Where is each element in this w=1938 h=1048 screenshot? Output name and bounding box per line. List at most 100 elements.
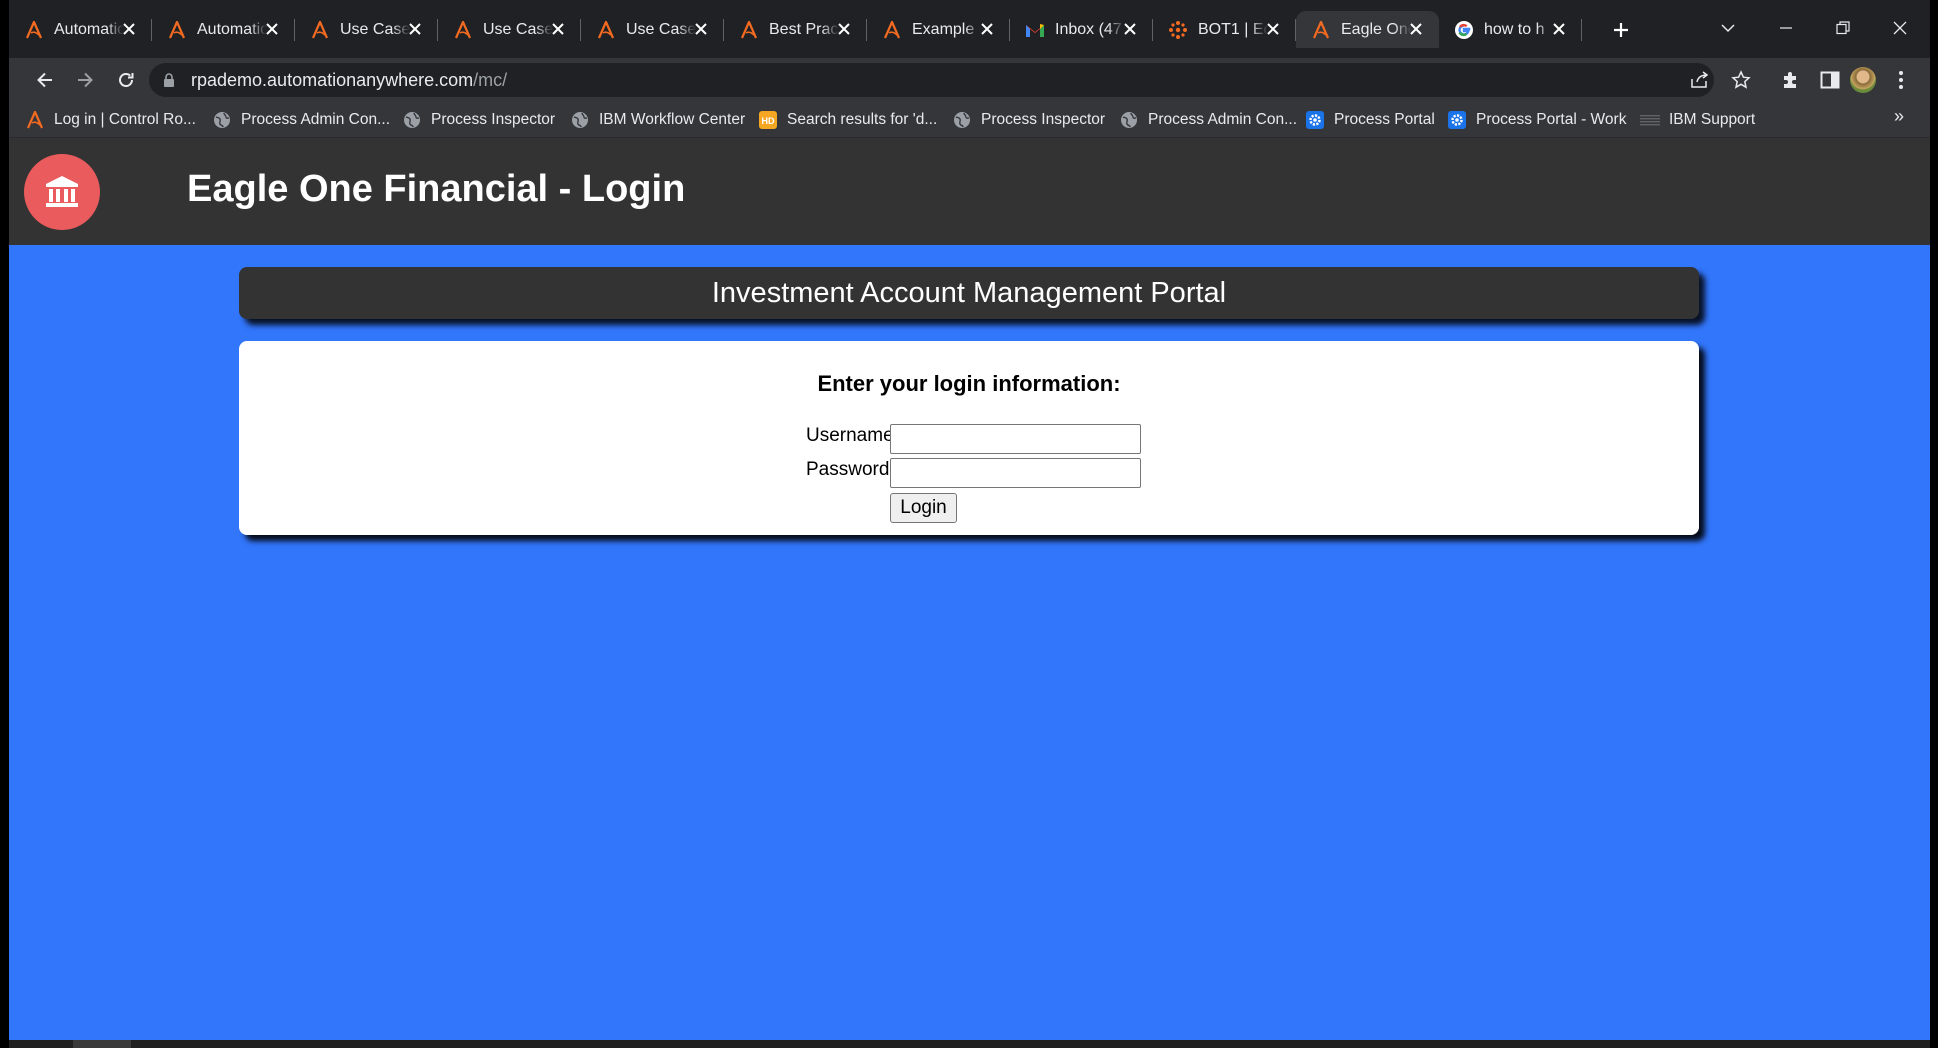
browser-tab[interactable]: Eagle One bbox=[1296, 11, 1439, 48]
ibm-icon bbox=[1640, 110, 1660, 130]
bank-icon bbox=[46, 176, 78, 207]
globe-icon bbox=[570, 110, 590, 130]
browser-window: Automation Anywhere Automation Anywhere Us… bbox=[9, 0, 1930, 1048]
bookmark-label: IBM Workflow Center bbox=[599, 111, 746, 128]
tab-title: BOT1 | Ed bbox=[1198, 20, 1268, 38]
close-icon bbox=[1267, 23, 1279, 35]
automation-anywhere-icon bbox=[738, 19, 760, 41]
profile-avatar[interactable] bbox=[1850, 67, 1876, 93]
automation-anywhere-icon bbox=[166, 19, 188, 41]
bookmark-item[interactable]: Process Portal - Work bbox=[1447, 109, 1626, 131]
username-input[interactable] bbox=[890, 424, 1141, 454]
arrow-left-icon bbox=[37, 72, 52, 88]
browser-toolbar: rpademo.automationanywhere.com/mc/ bbox=[9, 58, 1930, 102]
reload-icon bbox=[119, 73, 134, 87]
bookmark-item[interactable]: HD Search results for 'd... bbox=[758, 109, 937, 131]
chevron-down-icon bbox=[1721, 24, 1735, 33]
close-tab-button[interactable] bbox=[120, 20, 138, 38]
back-button[interactable] bbox=[29, 64, 61, 96]
bookmark-label: Process Portal - Work bbox=[1476, 111, 1627, 128]
dots-icon bbox=[1167, 19, 1189, 41]
automation-anywhere-icon bbox=[595, 19, 617, 41]
close-tab-button[interactable] bbox=[1550, 20, 1568, 38]
browser-tab[interactable]: Inbox (47 bbox=[1010, 11, 1153, 48]
browser-tab[interactable]: Example bbox=[867, 11, 1010, 48]
bookmark-label: Process Portal bbox=[1334, 111, 1435, 128]
close-tab-button[interactable] bbox=[692, 20, 710, 38]
close-tab-button[interactable] bbox=[549, 20, 567, 38]
close-icon bbox=[123, 23, 135, 35]
taskbar-active-item[interactable] bbox=[73, 1040, 131, 1048]
automation-anywhere-icon bbox=[881, 19, 903, 41]
close-tab-button[interactable] bbox=[835, 20, 853, 38]
lock-icon bbox=[164, 73, 174, 87]
address-bar[interactable]: rpademo.automationanywhere.com/mc/ bbox=[149, 63, 1751, 97]
tab-title: Use Cases bbox=[626, 20, 696, 38]
bookmark-item[interactable]: IBM Support bbox=[1640, 109, 1755, 131]
bookmark-label: Process Admin Con... bbox=[241, 111, 391, 128]
password-input[interactable] bbox=[890, 458, 1141, 488]
close-tab-button[interactable] bbox=[263, 20, 281, 38]
close-icon bbox=[1410, 23, 1422, 35]
bookmark-star-button[interactable] bbox=[1731, 70, 1751, 90]
forward-button[interactable] bbox=[69, 64, 101, 96]
side-panel-button[interactable] bbox=[1818, 68, 1842, 92]
browser-tab[interactable]: Use Cases bbox=[295, 11, 438, 48]
new-tab-button[interactable] bbox=[1606, 15, 1636, 45]
bookmark-item[interactable]: Process Inspector bbox=[952, 109, 1105, 131]
bookmark-label: Process Inspector bbox=[431, 111, 556, 128]
bookmark-label: Search results for 'd... bbox=[787, 111, 938, 128]
close-tab-button[interactable] bbox=[406, 20, 424, 38]
bookmark-item[interactable]: Log in | Control Ro... bbox=[25, 109, 196, 131]
minimize-button[interactable] bbox=[1766, 10, 1806, 46]
tab-separator bbox=[1581, 19, 1582, 41]
browser-tab[interactable]: how to h bbox=[1439, 11, 1582, 48]
tab-search-button[interactable] bbox=[1708, 10, 1748, 46]
login-heading: Enter your login information: bbox=[817, 371, 1121, 396]
close-tab-button[interactable] bbox=[1264, 20, 1282, 38]
share-icon bbox=[1691, 71, 1709, 88]
browser-tab[interactable]: Use Cases bbox=[438, 11, 581, 48]
bookmark-item[interactable]: Process Portal bbox=[1305, 109, 1435, 131]
bookmark-label: IBM Support bbox=[1669, 111, 1756, 128]
tab-title: Best Practices bbox=[769, 20, 839, 38]
arrow-right-icon bbox=[78, 72, 93, 88]
portal-title-bar: Investment Account Management Portal bbox=[239, 267, 1699, 319]
close-icon bbox=[552, 23, 564, 35]
share-button[interactable] bbox=[1690, 70, 1710, 90]
tab-title: Example bbox=[912, 20, 975, 38]
login-button[interactable]: Login bbox=[890, 493, 957, 523]
bookmark-item[interactable]: Process Admin Con... bbox=[1119, 109, 1297, 131]
browser-tab[interactable]: Use Cases bbox=[581, 11, 724, 48]
site-header: Eagle One Financial - Login bbox=[9, 138, 1930, 245]
tab-strip: Automation Anywhere Automation Anywhere Us… bbox=[9, 0, 1930, 58]
close-window-button[interactable] bbox=[1880, 10, 1920, 46]
close-tab-button[interactable] bbox=[978, 20, 996, 38]
restore-button[interactable] bbox=[1823, 10, 1863, 46]
browser-tab[interactable]: BOT1 | Ed bbox=[1153, 11, 1296, 48]
tab-title: Automation Anywhere bbox=[54, 20, 124, 38]
extensions-button[interactable] bbox=[1779, 68, 1803, 92]
browser-tab[interactable]: Best Practices bbox=[724, 11, 867, 48]
restore-icon bbox=[1836, 21, 1850, 35]
close-icon bbox=[695, 23, 707, 35]
tab-title: Use Cases bbox=[340, 20, 410, 38]
automation-anywhere-icon bbox=[452, 19, 474, 41]
bookmark-item[interactable]: Process Admin Con... bbox=[212, 109, 390, 131]
reload-button[interactable] bbox=[110, 64, 142, 96]
close-icon bbox=[409, 23, 421, 35]
close-tab-button[interactable] bbox=[1407, 20, 1425, 38]
bookmark-item[interactable]: IBM Workflow Center bbox=[570, 109, 745, 131]
browser-menu-button[interactable] bbox=[1889, 68, 1913, 92]
password-label: Password bbox=[806, 459, 890, 480]
browser-tab[interactable]: Automation Anywhere bbox=[152, 11, 295, 48]
taskbar bbox=[9, 1040, 1930, 1048]
browser-tab[interactable]: Automation Anywhere bbox=[9, 11, 152, 48]
bookmarks-overflow-button[interactable]: » bbox=[1894, 106, 1904, 127]
bookmark-item[interactable]: Process Inspector bbox=[402, 109, 555, 131]
automation-anywhere-icon bbox=[25, 110, 45, 130]
tab-title: Automation Anywhere bbox=[197, 20, 267, 38]
close-tab-button[interactable] bbox=[1121, 20, 1139, 38]
bookmark-label: Process Inspector bbox=[981, 111, 1106, 128]
bookmark-label: Log in | Control Ro... bbox=[54, 111, 196, 128]
